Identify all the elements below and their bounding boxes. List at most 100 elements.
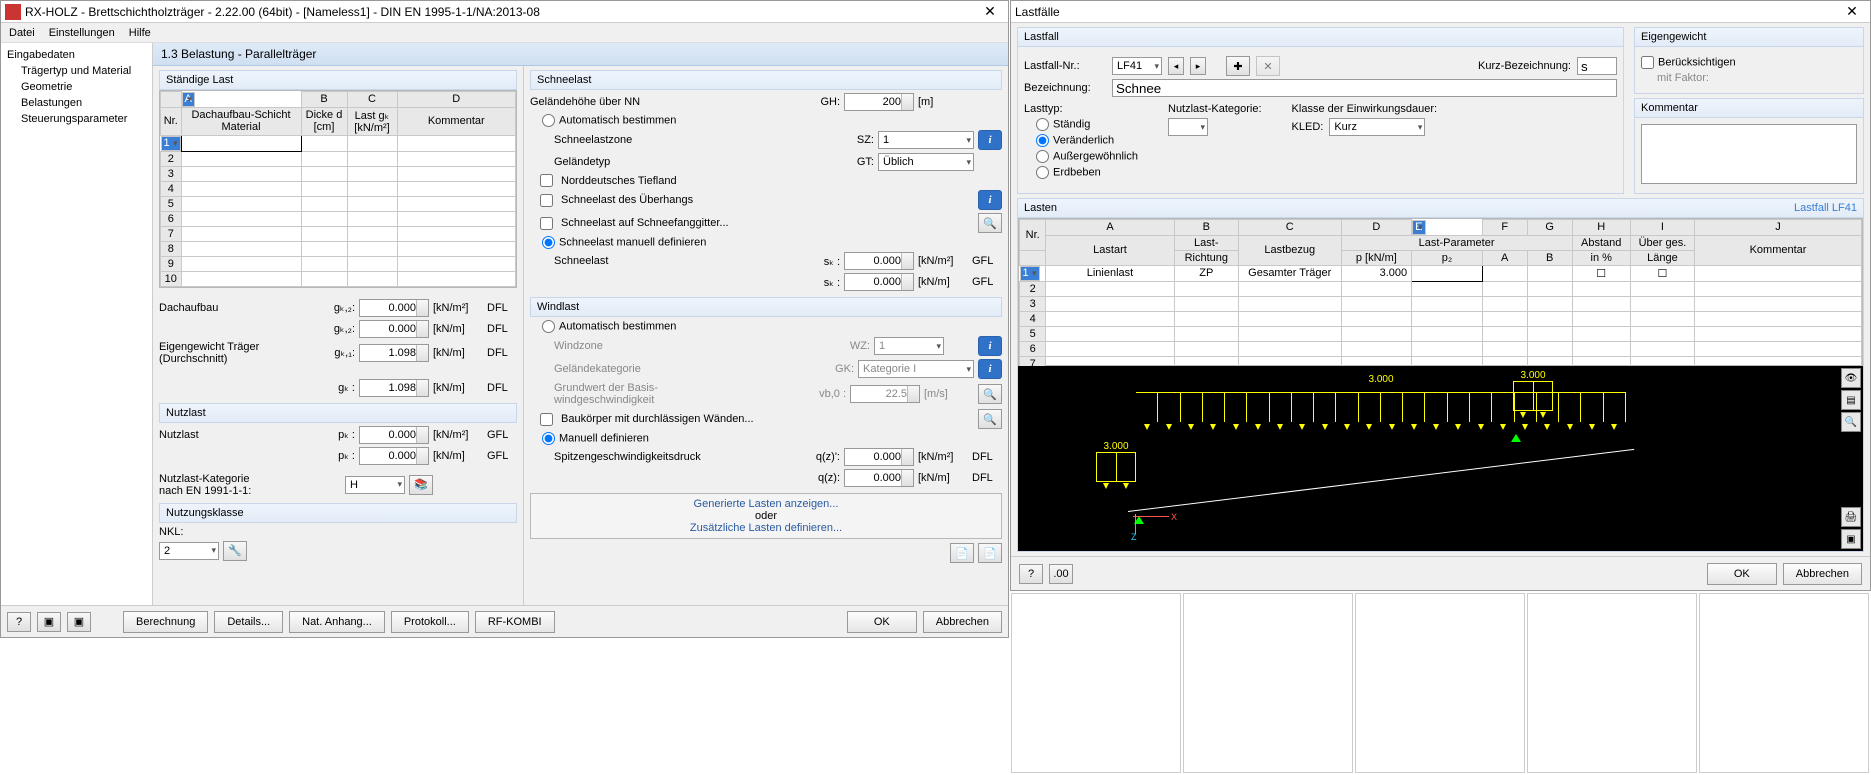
group-service-class: Nutzungsklasse [159,503,517,523]
nav-tree: Eingabedaten Trägertyp und Material Geom… [1,43,153,605]
new-load-case-icon[interactable]: ✚ [1226,56,1250,76]
select-wind-zone: 1 [874,337,944,355]
chk-north-german[interactable]: Norddeutsches Tiefland [540,174,1002,187]
input-gk2-area[interactable]: 0.000 [359,299,429,317]
zoom-icon[interactable]: 🔍 [1841,412,1861,432]
help-icon[interactable]: ? [7,612,31,632]
loads-box: Lasten Lastfall LF41 Nr. A B C D E F [1017,198,1864,552]
details-button[interactable]: Details... [214,611,283,633]
nat-annex-button[interactable]: Nat. Anhang... [289,611,385,633]
menu-help[interactable]: Hilfe [129,27,151,39]
select-terrain-type[interactable]: Üblich [878,153,974,171]
generate-loads-link[interactable]: Generierte Lasten anzeigen... oder Zusät… [530,493,1002,539]
label-self-weight: Eigengewicht Träger (Durchschnitt) [159,341,315,365]
info-icon[interactable]: i [978,130,1002,150]
prev-icon[interactable]: ◂ [1168,57,1184,75]
dialog-title-bar: Lastfälle ✕ [1011,1,1870,23]
info-icon[interactable]: i [978,359,1002,379]
input-pk-line[interactable]: 0.000 [359,447,429,465]
delete-load-case-icon[interactable]: ✕ [1256,56,1280,76]
next-icon[interactable]: ▸ [1190,57,1206,75]
dialog-title: Lastfälle [1015,5,1838,19]
self-weight-box: Eigengewicht Berücksichtigen mit Faktor: [1634,27,1864,94]
radio-snow-auto[interactable]: Automatisch bestimmen [542,114,1002,127]
radio-permanent[interactable]: Ständig [1036,118,1138,131]
tool-icon-2[interactable]: ▣ [67,612,91,632]
menu-settings[interactable]: Einstellungen [49,27,115,39]
ok-button[interactable]: OK [1707,563,1777,585]
tool-icon-1[interactable]: ▣ [37,612,61,632]
input-sk-line[interactable]: 0.000 [844,273,914,291]
cancel-button[interactable]: Abbrechen [1783,563,1862,585]
menu-bar: Datei Einstellungen Hilfe [1,23,1008,43]
eye-icon[interactable]: 👁 [1841,368,1861,388]
tree-item-1[interactable]: Geometrie [1,79,152,95]
icon-2[interactable]: 📄 [978,543,1002,563]
help-icon[interactable]: ? [1019,564,1043,584]
close-icon[interactable]: ✕ [1838,3,1866,20]
input-gk2-line[interactable]: 0.000 [359,320,429,338]
input-terrain-height[interactable]: 200 [844,93,914,111]
tree-item-0[interactable]: Trägertyp und Material [1,63,152,79]
zoom-icon[interactable]: 🔍 [978,213,1002,233]
input-short-name[interactable] [1577,57,1617,75]
radio-wind-manual[interactable]: Manuell definieren [542,432,1002,445]
select-live-load-category[interactable]: H [345,476,405,494]
group-wind-load: Windlast [530,297,1002,317]
main-window: RX-HOLZ - Brettschichtholzträger - 2.22.… [0,0,1009,638]
radio-seismic[interactable]: Erdbeben [1036,166,1138,179]
roof-layers-grid[interactable]: A B C D Nr. Dachaufbau-Schicht Material … [159,90,517,288]
comment-box: Kommentar [1634,98,1864,194]
input-pk-area[interactable]: 0.000 [359,426,429,444]
zoom-icon[interactable]: 🔍 [978,384,1002,404]
close-icon[interactable]: ✕ [976,3,1004,20]
load-preview: 3.000 3.000 3.000 XZ 👁 [1018,366,1863,551]
radio-wind-auto[interactable]: Automatisch bestimmen [542,320,1002,333]
print-icon[interactable]: 🖨 [1841,507,1861,527]
app-icon [5,4,21,20]
load-case-box: Lastfall Lastfall-Nr.: LF41 ◂ ▸ ✚ ✕ Kurz… [1017,27,1624,194]
radio-snow-manual[interactable]: Schneelast manuell definieren [542,236,1002,249]
menu-file[interactable]: Datei [9,27,35,39]
info-icon[interactable]: i [978,336,1002,356]
cancel-button[interactable]: Abbrechen [923,611,1002,633]
info-icon[interactable]: i [978,190,1002,210]
current-lf-label: Lastfall LF41 [1794,202,1857,214]
input-sk-area[interactable]: 0.000 [844,252,914,270]
ok-button[interactable]: OK [847,611,917,633]
group-live-load: Nutzlast [159,403,517,423]
select-snow-zone[interactable]: 1 [878,131,974,149]
tool-icon[interactable]: ▣ [1841,529,1861,549]
select-kled[interactable]: Kurz [1329,118,1425,136]
zoom-icon[interactable]: 🔍 [978,409,1002,429]
textarea-comment[interactable] [1641,124,1857,184]
calc-button[interactable]: Berechnung [123,611,208,633]
input-gk1[interactable]: 1.098 [359,344,429,362]
input-vb0: 22.5 [850,385,920,403]
input-qz-area[interactable]: 0.000 [844,448,914,466]
input-gk-sum[interactable]: 1.098 [359,379,429,397]
radio-variable[interactable]: Veränderlich [1036,134,1138,147]
radio-accidental[interactable]: Außergewöhnlich [1036,150,1138,163]
chk-snow-guard[interactable]: Schneelast auf Schneefanggitter...🔍 [540,213,1002,233]
tree-item-2[interactable]: Belastungen [1,95,152,111]
tree-header: Eingabedaten [1,47,152,63]
tree-item-3[interactable]: Steuerungsparameter [1,111,152,127]
select-load-case-nr[interactable]: LF41 [1112,57,1162,75]
select-nkl[interactable]: 2 [159,542,219,560]
chk-consider-self-weight[interactable]: Berücksichtigen [1641,56,1857,69]
icon-1[interactable]: 📄 [950,543,974,563]
nkl-info-icon[interactable]: 🔧 [223,541,247,561]
decimal-icon[interactable]: .00 [1049,564,1073,584]
label-roof-structure: Dachaufbau [159,302,315,314]
chk-permeable-walls[interactable]: Baukörper mit durchlässigen Wänden...🔍 [540,409,1002,429]
rfkombi-button[interactable]: RF-KOMBI [475,611,555,633]
input-description[interactable] [1112,79,1617,97]
tool-icon[interactable]: ▤ [1841,390,1861,410]
input-qz-line[interactable]: 0.000 [844,469,914,487]
library-icon[interactable]: 📚 [409,475,433,495]
loads-grid[interactable]: Nr. A B C D E F G H I J [1018,218,1863,366]
select-live-load-cat[interactable] [1168,118,1208,136]
protocol-button[interactable]: Protokoll... [391,611,469,633]
chk-overhang-snow[interactable]: Schneelast des Überhangsi [540,190,1002,210]
